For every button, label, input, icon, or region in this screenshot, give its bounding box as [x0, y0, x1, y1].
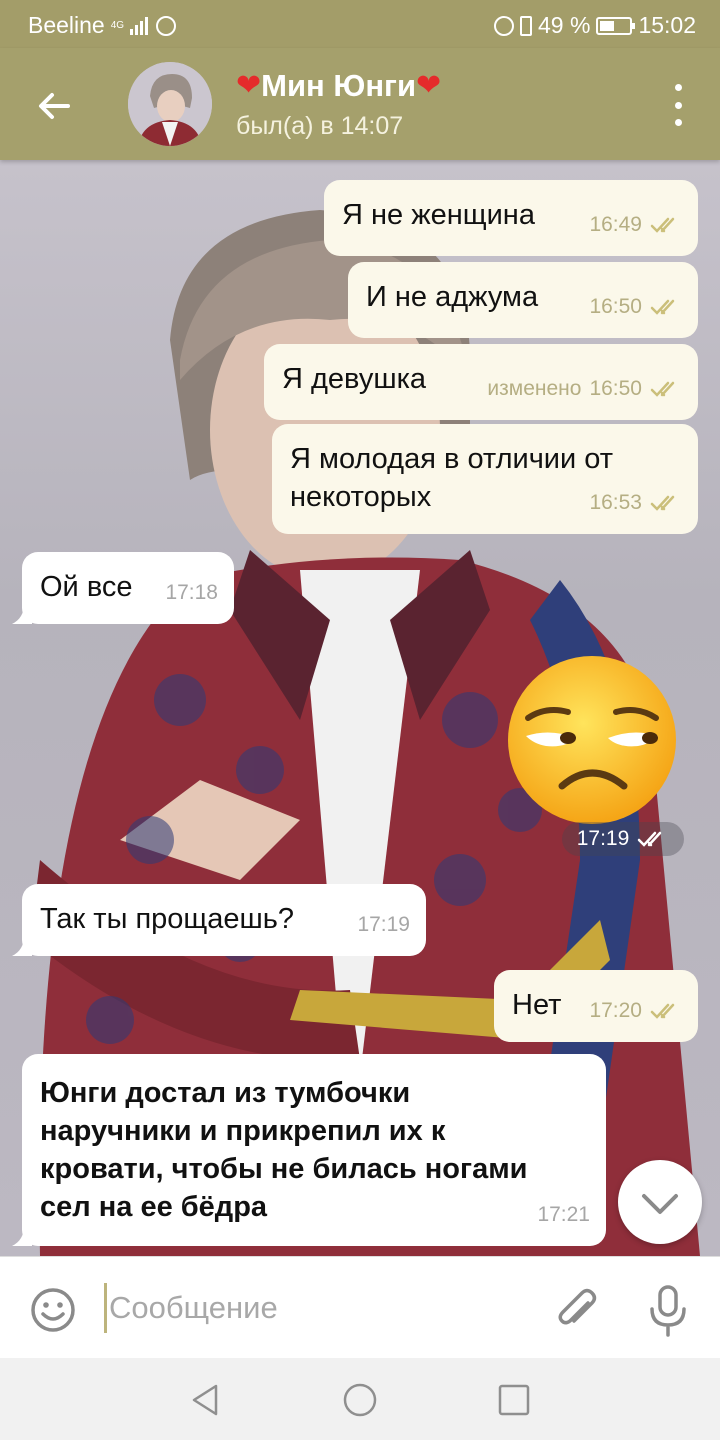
clock: 15:02: [638, 12, 696, 38]
message-line: Я молодая в отличии от: [290, 443, 614, 475]
contact-name: Мин Юнги: [261, 68, 417, 103]
chat-header: ❤ Мин Юнги ❤ был(а) в 14:07: [0, 48, 720, 160]
heart-icon: ❤: [416, 69, 442, 102]
bubble-tail: [12, 936, 32, 956]
message-line: кровати, чтобы не билась ногами: [40, 1153, 528, 1185]
message-bubble[interactable]: Я девушка изменено 16:50: [264, 344, 698, 420]
message-time: 17:19: [357, 913, 410, 936]
mic-icon[interactable]: [646, 1283, 690, 1337]
message-line: Юнги достал из тумбочки: [40, 1077, 411, 1109]
message-time: 16:49: [589, 213, 642, 236]
nav-recent-apps-icon[interactable]: [494, 1380, 534, 1420]
edited-label: изменено: [487, 377, 582, 400]
nav-back-icon[interactable]: [186, 1380, 226, 1420]
message-time: 16:53: [589, 491, 642, 514]
whatsapp-icon: [156, 15, 177, 36]
arrow-left-icon[interactable]: [32, 84, 76, 128]
message-meta: 16:50: [589, 288, 682, 326]
message-time: 17:21: [537, 1203, 590, 1226]
nav-home-icon[interactable]: [340, 1380, 380, 1420]
message-bubble[interactable]: Я молодая в отличии от некоторых 16:53: [272, 424, 698, 534]
chat-title[interactable]: ❤ Мин Юнги ❤: [236, 68, 441, 104]
avatar[interactable]: [128, 62, 212, 146]
battery-percent: 49 %: [538, 12, 591, 38]
message-meta: 16:49: [589, 206, 682, 244]
heart-icon: ❤: [236, 69, 262, 102]
message-time: 17:20: [589, 999, 642, 1022]
message-meta: 17:20: [589, 992, 682, 1030]
message-meta: 17:19: [357, 906, 410, 944]
message-line: некоторых: [290, 481, 432, 513]
read-check-icon: [650, 217, 675, 233]
more-vert-icon[interactable]: [670, 84, 686, 126]
read-check-icon: [650, 381, 675, 397]
paperclip-icon[interactable]: [554, 1285, 600, 1335]
message-text: Юнги достал из тумбочки наручники и прик…: [40, 1074, 528, 1226]
message-text: Я не женщина: [342, 199, 535, 231]
message-meta: 17:21: [537, 1196, 590, 1234]
message-time: 16:50: [589, 295, 642, 318]
chevron-down-icon: [642, 1194, 678, 1214]
read-check-icon: [650, 1003, 675, 1019]
bubble-tail: [12, 1226, 32, 1246]
smiley-icon[interactable]: [30, 1287, 76, 1333]
message-composer: [0, 1256, 720, 1358]
message-text: Я молодая в отличии от некоторых: [290, 440, 613, 516]
message-input[interactable]: [104, 1283, 524, 1333]
message-text: И не аджума: [366, 281, 539, 313]
message-bubble[interactable]: Нет 17:20: [494, 970, 698, 1042]
read-check-icon: [650, 495, 675, 511]
network-type: 4G: [110, 19, 125, 31]
message-text: Я девушка: [282, 363, 427, 395]
message-meta: изменено 16:50: [487, 370, 682, 408]
bubble-tail: [12, 604, 32, 624]
battery-icon: [596, 16, 636, 35]
unamused-face-sticker[interactable]: [506, 654, 678, 826]
message-meta: 17:18: [165, 574, 218, 612]
message-text: Нет: [512, 989, 562, 1021]
message-bubble[interactable]: Так ты прощаешь? 17:19: [12, 884, 426, 956]
carrier-name: Beeline: [28, 12, 105, 38]
message-bubble[interactable]: Юнги достал из тумбочки наручники и прик…: [12, 1054, 606, 1246]
message-bubble[interactable]: Ой все 17:18: [12, 552, 234, 624]
signal-icon: [130, 16, 149, 35]
status-bar: Beeline 4G 49 % 15:02: [0, 0, 720, 48]
sticker-meta: 17:19: [562, 822, 684, 856]
message-time: 16:50: [589, 377, 642, 400]
message-text: Так ты прощаешь?: [40, 903, 295, 935]
last-seen-status: был(а) в 14:07: [236, 112, 404, 140]
message-line: сел на ее бёдра: [40, 1191, 268, 1223]
scroll-down-button[interactable]: [618, 1160, 702, 1244]
vibrate-icon: [520, 15, 532, 36]
alarm-icon: [494, 15, 514, 36]
message-bubble[interactable]: Я не женщина 16:49: [324, 180, 698, 256]
message-meta: 16:53: [589, 484, 682, 522]
message-text: Ой все: [40, 571, 133, 603]
read-check-icon: [638, 831, 662, 847]
message-line: наручники и прикрепил их к: [40, 1115, 446, 1147]
chat-area[interactable]: Я не женщина 16:49 И не аджума 16:50 Я д…: [0, 160, 720, 1256]
message-bubble[interactable]: И не аджума 16:50: [348, 262, 698, 338]
message-time: 17:19: [576, 827, 630, 850]
read-check-icon: [650, 299, 675, 315]
message-time: 17:18: [165, 581, 218, 604]
system-nav-bar: [0, 1358, 720, 1440]
